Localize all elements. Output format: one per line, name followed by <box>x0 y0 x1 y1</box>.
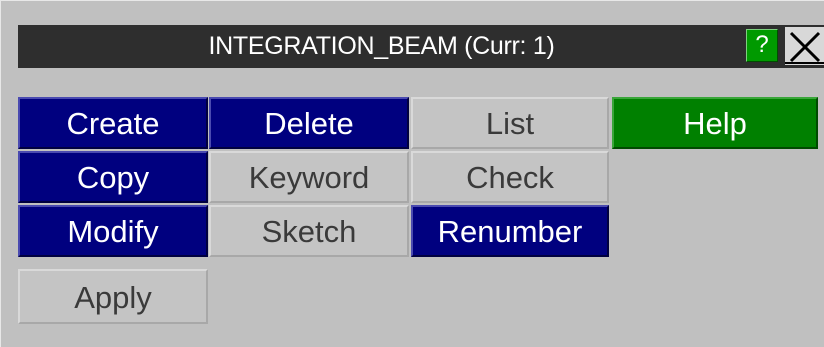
title-help-button[interactable]: ? <box>746 29 778 62</box>
create-button[interactable]: Create <box>18 97 208 149</box>
renumber-button[interactable]: Renumber <box>411 205 609 257</box>
close-icon <box>785 31 824 64</box>
close-button[interactable] <box>785 27 824 65</box>
modify-button[interactable]: Modify <box>18 205 208 257</box>
help-button[interactable]: Help <box>612 97 818 149</box>
integration-beam-panel: INTEGRATION_BEAM (Curr: 1) ? Create Dele… <box>0 0 824 347</box>
apply-button[interactable]: Apply <box>18 269 208 324</box>
keyword-button[interactable]: Keyword <box>209 151 409 203</box>
panel-title: INTEGRATION_BEAM (Curr: 1) <box>208 32 555 60</box>
check-button[interactable]: Check <box>411 151 609 203</box>
sketch-button[interactable]: Sketch <box>209 205 409 257</box>
list-button[interactable]: List <box>411 97 609 149</box>
delete-button[interactable]: Delete <box>209 97 409 149</box>
title-bar: INTEGRATION_BEAM (Curr: 1) ? <box>18 25 824 68</box>
copy-button[interactable]: Copy <box>18 151 208 203</box>
